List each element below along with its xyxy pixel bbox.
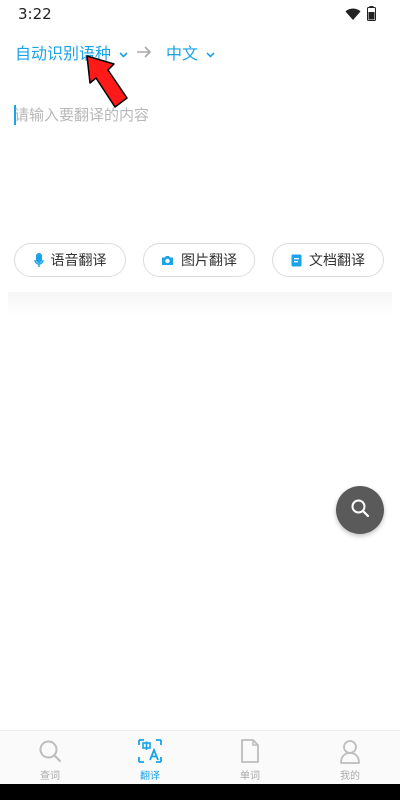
nav-item-words[interactable]: 单词	[200, 731, 300, 785]
file-icon	[240, 738, 260, 764]
nav-item-lookup[interactable]: 查词	[0, 731, 100, 785]
battery-icon	[367, 6, 376, 25]
nav-label-lookup: 查词	[40, 771, 60, 782]
nav-label-translate: 翻译	[140, 771, 160, 782]
target-language-label: 中文	[166, 44, 199, 63]
status-icons	[345, 6, 376, 25]
image-translate-button[interactable]: 图片翻译	[143, 243, 255, 277]
translation-actions: 语音翻译 图片翻译 文档翻译	[14, 243, 386, 279]
translation-input[interactable]	[14, 100, 386, 234]
document-translate-label: 文档翻译	[309, 253, 365, 269]
status-time: 3:22	[18, 5, 52, 23]
language-bar: 自动识别语种 中文	[0, 36, 400, 66]
arrow-right-icon[interactable]	[136, 44, 152, 63]
image-translate-label: 图片翻译	[181, 253, 237, 269]
search-icon	[350, 498, 370, 522]
system-navigation-bar	[0, 784, 400, 800]
translate-icon	[137, 738, 163, 764]
content-divider	[8, 292, 392, 316]
nav-item-profile[interactable]: 我的	[300, 731, 400, 785]
user-icon	[339, 738, 361, 764]
floating-search-button[interactable]	[336, 486, 384, 534]
bottom-nav: 查词 翻译 单词 我的	[0, 730, 400, 785]
voice-translate-label: 语音翻译	[50, 253, 107, 269]
chevron-down-icon	[206, 43, 215, 62]
translate-screen: 3:22 自动识别语种 中文 请输入要翻译的内容 语音翻译 图片翻译 文档翻译 …	[0, 0, 400, 800]
wifi-icon	[345, 6, 361, 25]
voice-translate-button[interactable]: 语音翻译	[14, 243, 126, 277]
status-bar: 3:22	[0, 0, 400, 28]
camera-icon	[161, 255, 174, 266]
document-translate-button[interactable]: 文档翻译	[272, 243, 384, 277]
nav-item-translate[interactable]: 翻译	[100, 731, 200, 785]
nav-label-profile: 我的	[340, 771, 360, 782]
microphone-icon	[33, 252, 44, 268]
document-icon	[291, 254, 302, 267]
target-language-selector[interactable]: 中文	[166, 40, 215, 64]
search-icon	[38, 738, 62, 764]
text-caret	[14, 105, 16, 125]
translation-input-area[interactable]	[14, 100, 386, 234]
nav-label-words: 单词	[240, 771, 260, 782]
